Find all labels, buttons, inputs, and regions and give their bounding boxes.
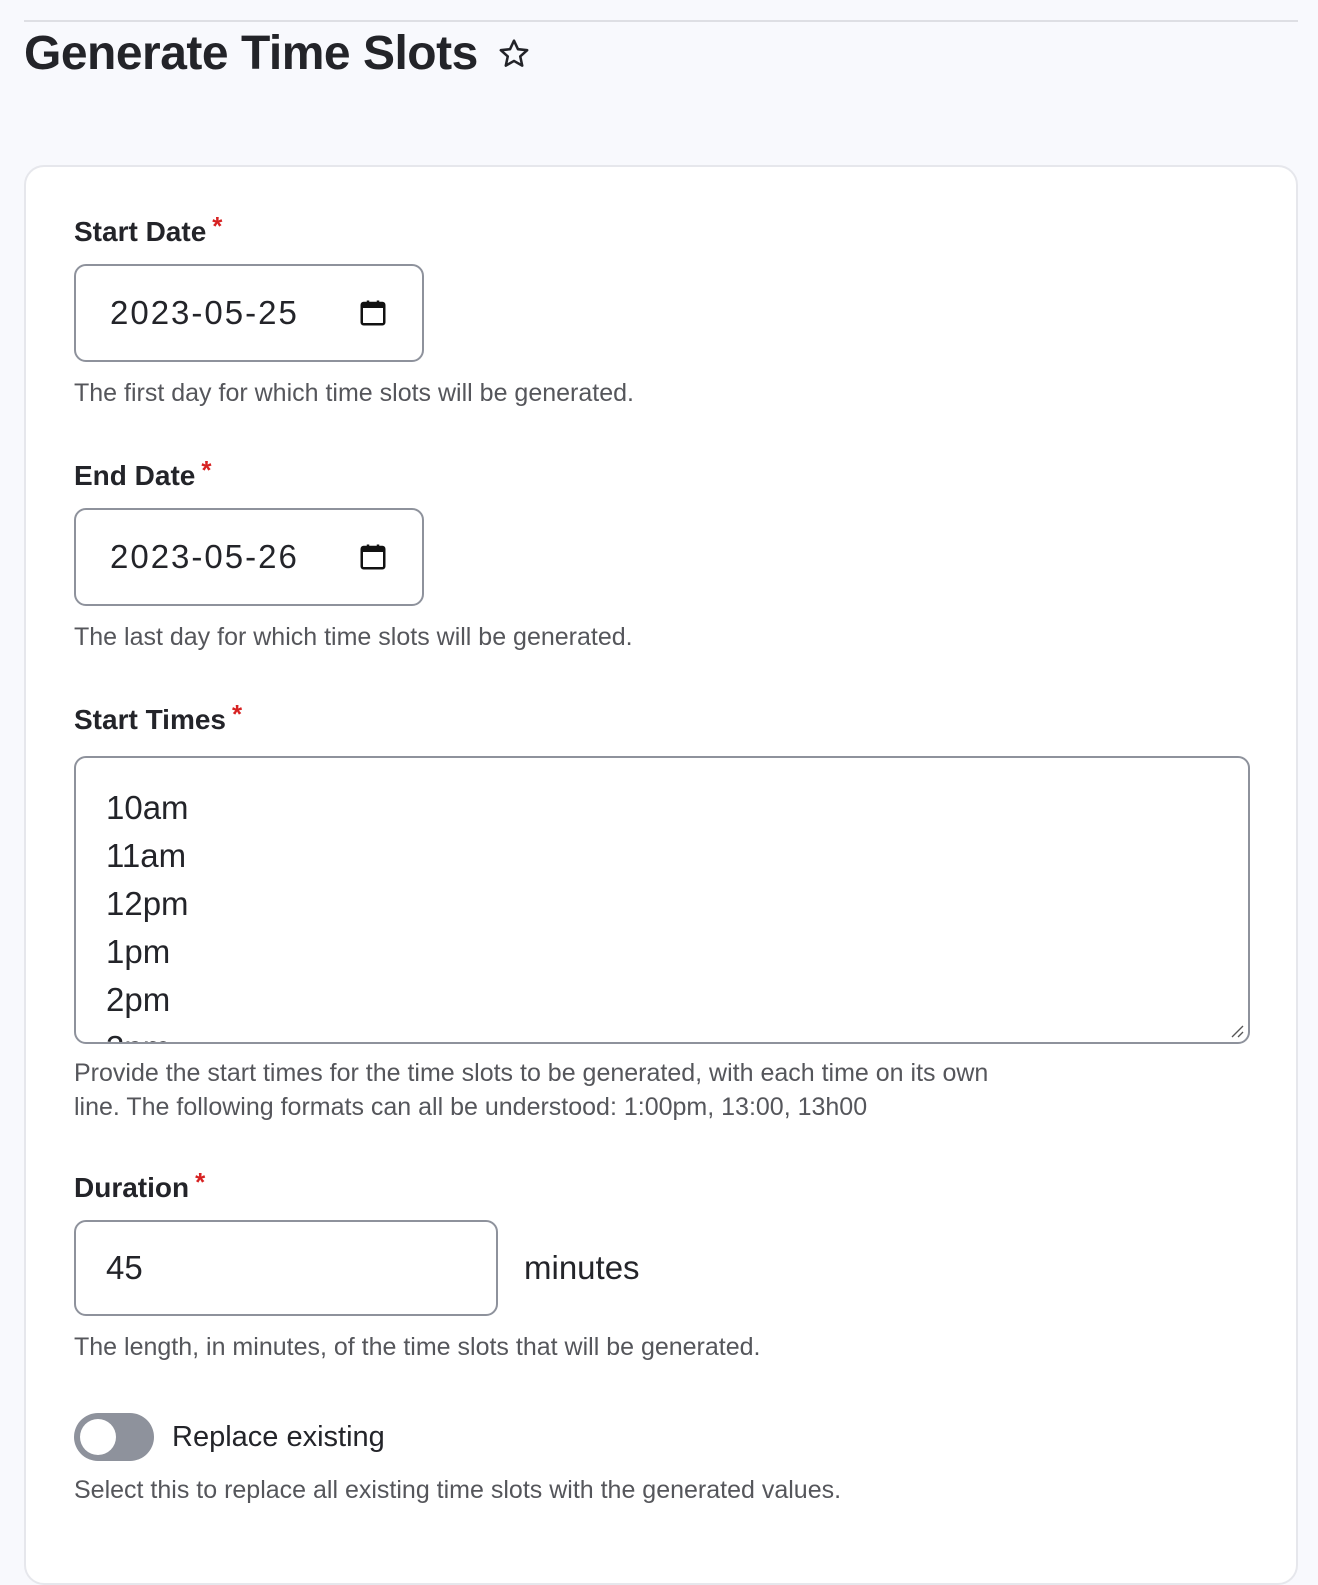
header-divider	[24, 20, 1298, 22]
replace-existing-field: Replace existing Select this to replace …	[74, 1413, 841, 1507]
form-card: Start Date * 2023-05-25 The first day fo…	[24, 165, 1298, 1585]
replace-existing-row: Replace existing	[74, 1413, 841, 1461]
calendar-icon[interactable]	[358, 298, 388, 328]
end-date-input[interactable]: 2023-05-26	[74, 508, 424, 606]
replace-existing-description: Select this to replace all existing time…	[74, 1476, 842, 1504]
duration-description: The length, in minutes, of the time slot…	[74, 1333, 761, 1361]
start-date-label: Start Date *	[74, 211, 223, 247]
duration-label: Duration *	[74, 1167, 206, 1203]
start-times-textarea[interactable]: 10am 11am 12pm 1pm 2pm 3pm	[74, 756, 1250, 1044]
start-time-line: 2pm	[106, 981, 171, 1018]
duration-field: Duration * 45 minutes The length, in min…	[74, 1168, 761, 1364]
start-date-value: 2023-05-25	[110, 294, 299, 331]
resize-grip-icon[interactable]	[1228, 1022, 1244, 1038]
duration-suffix: minutes	[524, 1249, 640, 1286]
start-date-description: The first day for which time slots will …	[74, 379, 634, 407]
page-title: Generate Time Slots	[24, 27, 478, 80]
required-marker: *	[212, 211, 223, 241]
required-marker: *	[232, 699, 243, 729]
duration-row: 45 minutes	[74, 1220, 761, 1316]
duration-input[interactable]: 45	[74, 1220, 498, 1316]
start-time-line: 12pm	[106, 885, 189, 922]
end-date-label: End Date *	[74, 455, 212, 491]
start-date-input[interactable]: 2023-05-25	[74, 264, 424, 362]
toggle-knob	[80, 1419, 116, 1455]
end-date-field: End Date * 2023-05-26 The last day for w…	[74, 456, 633, 654]
required-marker: *	[195, 1167, 206, 1197]
end-date-description: The last day for which time slots will b…	[74, 623, 633, 651]
start-times-label: Start Times *	[74, 699, 243, 735]
start-date-field: Start Date * 2023-05-25 The first day fo…	[74, 212, 634, 410]
start-time-line: 10am	[106, 789, 189, 826]
duration-value: 45	[106, 1249, 143, 1286]
start-time-line: 1pm	[106, 933, 171, 970]
replace-existing-toggle[interactable]	[74, 1413, 154, 1461]
start-times-field: Start Times * 10am 11am 12pm 1pm 2pm 3pm…	[74, 700, 1250, 1124]
required-marker: *	[201, 455, 212, 485]
end-date-value: 2023-05-26	[110, 538, 299, 575]
start-time-line: 3pm	[106, 1024, 1218, 1042]
replace-existing-label[interactable]: Replace existing	[172, 1421, 385, 1454]
start-time-line: 11am	[106, 837, 187, 874]
page-header: Generate Time Slots	[24, 24, 532, 84]
calendar-icon[interactable]	[358, 542, 388, 572]
star-outline-icon[interactable]	[496, 36, 532, 72]
start-times-description: Provide the start times for the time slo…	[74, 1059, 989, 1121]
